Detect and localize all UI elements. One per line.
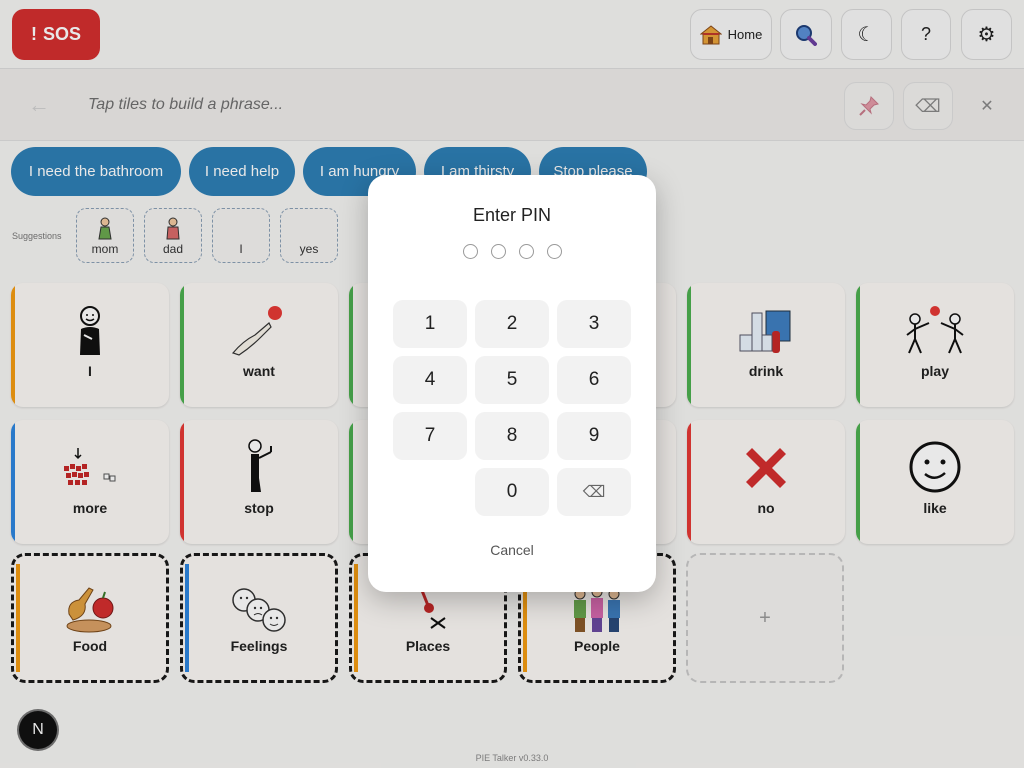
keypad-5[interactable]: 5: [475, 356, 549, 404]
backspace-icon: ⌫: [582, 484, 606, 501]
keypad-8[interactable]: 8: [475, 412, 549, 460]
keypad-backspace[interactable]: ⌫: [557, 468, 631, 516]
keypad-0[interactable]: 0: [475, 468, 549, 516]
pin-dot: [462, 244, 478, 259]
keypad-4[interactable]: 4: [393, 356, 467, 404]
pin-dot: [518, 244, 534, 259]
pin-dot: [546, 244, 562, 259]
keypad-7[interactable]: 7: [393, 412, 467, 460]
keypad-3[interactable]: 3: [557, 300, 631, 348]
keypad-1[interactable]: 1: [393, 300, 467, 348]
cancel-button[interactable]: Cancel: [368, 542, 656, 558]
keypad-2[interactable]: 2: [475, 300, 549, 348]
pin-indicator: [368, 244, 656, 259]
keypad-9[interactable]: 9: [557, 412, 631, 460]
pin-dialog-title: Enter PIN: [472, 205, 552, 225]
pin-dot: [490, 244, 506, 259]
pin-dialog: Enter PIN 1 2 3 4 5 6 7 8 9 0 ⌫ Cancel: [368, 175, 656, 592]
keypad-6[interactable]: 6: [557, 356, 631, 404]
